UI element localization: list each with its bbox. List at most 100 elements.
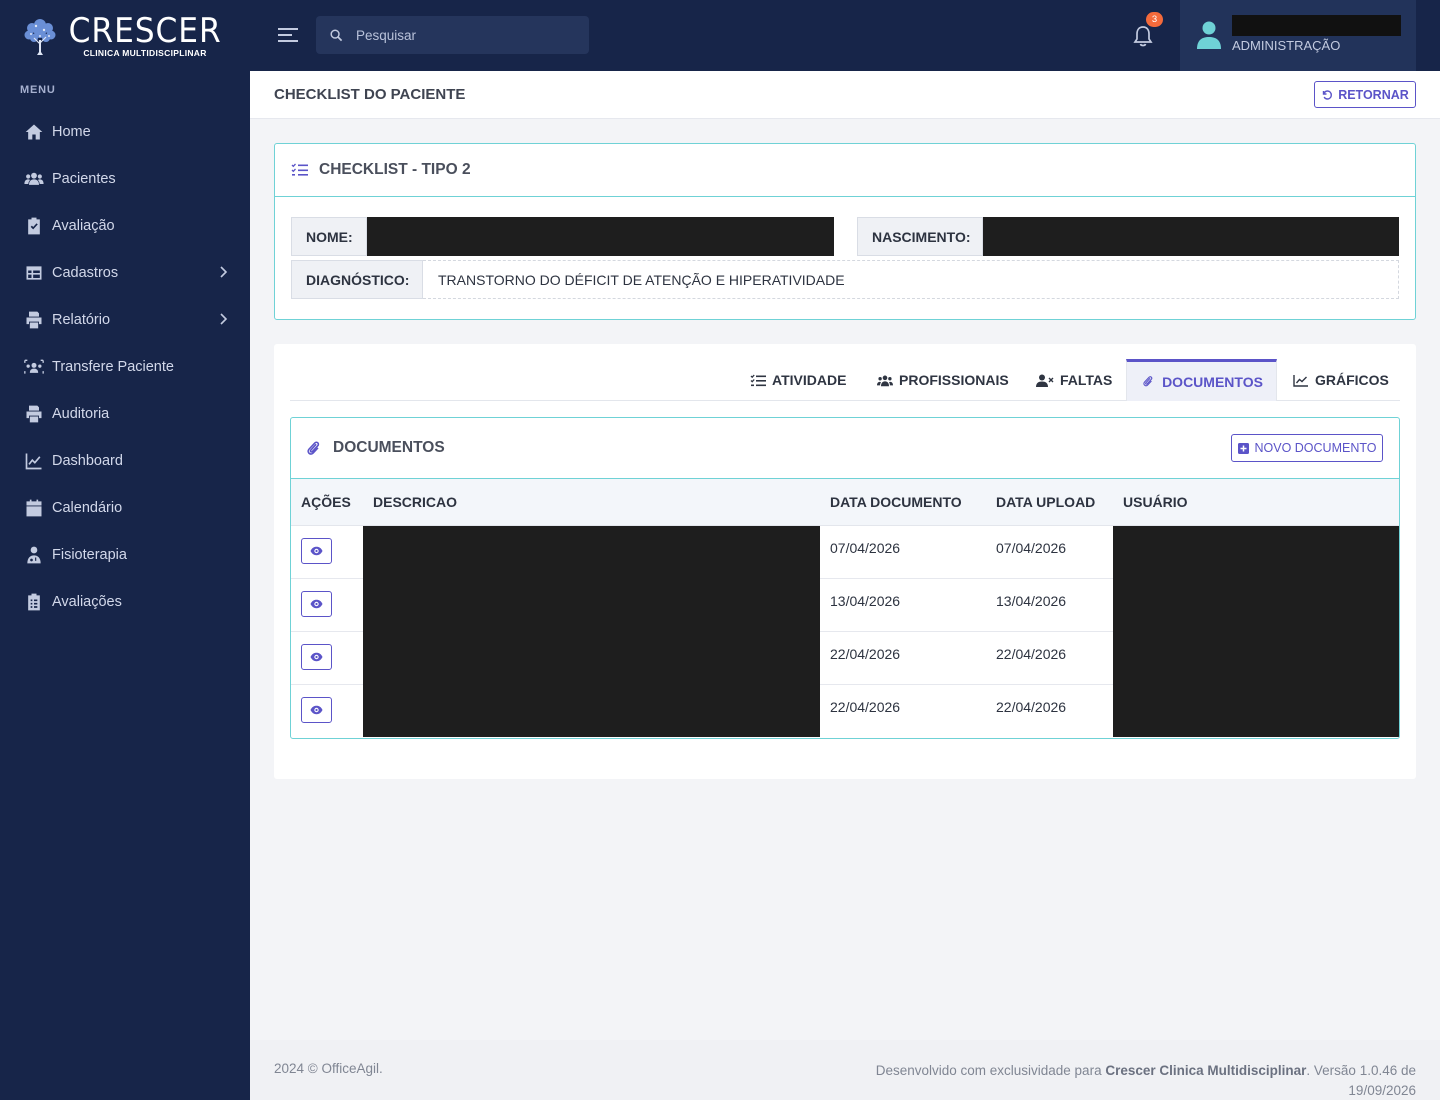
tab-faltas[interactable]: FALTAS (1036, 359, 1126, 401)
sidebar-item-label: Calendário (52, 499, 123, 516)
description-redacted (363, 578, 820, 632)
eye-icon (310, 599, 323, 608)
tab-atividade[interactable]: ATIVIDADE (750, 359, 860, 401)
search-input[interactable] (356, 27, 576, 43)
sidebar-item-transfere-paciente[interactable]: Transfere Paciente (0, 343, 250, 390)
user-menu[interactable]: ADMINISTRAÇÃO (1180, 0, 1416, 71)
line-chart-icon (1293, 374, 1308, 387)
sidebar-item-label: Home (52, 123, 91, 140)
physio-user-icon (23, 545, 45, 565)
table-row: 22/04/2026 22/04/2026 (291, 684, 1399, 737)
column-header-descricao: DESCRICAO (363, 479, 820, 526)
sidebar: CRESCER CLINICA MULTIDISCIPLINAR MENU Ho… (0, 0, 250, 1100)
tab-documentos[interactable]: DOCUMENTOS (1126, 359, 1277, 401)
usuario-redacted (1113, 525, 1399, 579)
sidebar-item-label: Pacientes (52, 170, 116, 187)
new-document-label: NOVO DOCUMENTO (1254, 441, 1377, 455)
undo-icon (1322, 89, 1333, 100)
new-document-button[interactable]: NOVO DOCUMENTO (1231, 434, 1383, 462)
table-icon (23, 263, 45, 283)
return-button-label: RETORNAR (1338, 87, 1409, 102)
sidebar-item-relatorio[interactable]: Relatório (0, 296, 250, 343)
footer-copyright: 2024 © OfficeAgil. (274, 1061, 383, 1076)
documents-header: DOCUMENTOS NOVO DOCUMENTO (291, 418, 1399, 479)
sidebar-item-auditoria[interactable]: Auditoria (0, 390, 250, 437)
eye-icon (310, 652, 323, 661)
plus-square-icon (1237, 442, 1249, 454)
sidebar-item-calendario[interactable]: Calendário (0, 484, 250, 531)
user-x-icon (1036, 374, 1054, 387)
tab-label: ATIVIDADE (772, 372, 847, 388)
print-icon (23, 310, 45, 330)
footer: 2024 © OfficeAgil. Desenvolvido com excl… (250, 1040, 1440, 1100)
user-role: ADMINISTRAÇÃO (1232, 38, 1341, 53)
sidebar-item-cadastros[interactable]: Cadastros (0, 249, 250, 296)
column-header-data-documento: DATA DOCUMENTO (820, 479, 986, 526)
tab-label: DOCUMENTOS (1162, 373, 1263, 390)
nome-field: NOME: (291, 217, 834, 256)
footer-credits-suffix: . Versão 1.0.46 de 19/09/2026 (1306, 1063, 1416, 1098)
data-documento-cell: 13/04/2026 (820, 578, 986, 632)
search-icon (330, 28, 343, 41)
home-icon (23, 122, 45, 142)
users-icon (23, 169, 45, 189)
usuario-redacted (1113, 684, 1399, 737)
data-documento-cell: 07/04/2026 (820, 525, 986, 579)
return-button[interactable]: RETORNAR (1314, 81, 1416, 108)
bell-icon[interactable] (1132, 24, 1154, 48)
checklist-title: CHECKLIST - TIPO 2 (319, 161, 471, 178)
view-document-button[interactable] (301, 590, 332, 617)
tabs-card: ATIVIDADE PROFISSIONAIS FALTAS DOCUMENTO… (274, 344, 1416, 779)
diagnostico-value: TRANSTORNO DO DÉFICIT DE ATENÇÃO E HIPER… (423, 260, 1399, 299)
clipboard-list-icon (23, 592, 45, 612)
menu-title: MENU (20, 84, 56, 96)
data-upload-cell: 07/04/2026 (986, 525, 1113, 579)
chevron-right-icon (220, 266, 228, 278)
page-header: CHECKLIST DO PACIENTE RETORNAR (250, 71, 1440, 119)
paperclip-icon (307, 440, 320, 455)
tab-label: PROFISSIONAIS (899, 372, 1009, 388)
brand-logo[interactable]: CRESCER CLINICA MULTIDISCIPLINAR (0, 0, 250, 71)
actions-cell (291, 578, 363, 632)
tab-graficos[interactable]: GRÁFICOS (1293, 359, 1393, 401)
print-icon (23, 404, 45, 424)
sidebar-item-pacientes[interactable]: Pacientes (0, 155, 250, 202)
nascimento-label: NASCIMENTO: (857, 217, 983, 256)
usuario-redacted (1113, 631, 1399, 685)
view-document-button[interactable] (301, 696, 332, 723)
sidebar-item-label: Auditoria (52, 405, 110, 422)
page-title: CHECKLIST DO PACIENTE (274, 86, 466, 103)
actions-cell (291, 684, 363, 737)
tab-profissionais[interactable]: PROFISSIONAIS (877, 359, 1017, 401)
view-document-button[interactable] (301, 643, 332, 670)
sidebar-item-label: Cadastros (52, 264, 119, 281)
topbar: 3 ADMINISTRAÇÃO (250, 0, 1440, 71)
documents-table: AÇÕES DESCRICAO DATA DOCUMENTO DATA UPLO… (291, 479, 1399, 737)
transfer-users-icon (23, 357, 45, 377)
sidebar-item-fisioterapia[interactable]: Fisioterapia (0, 531, 250, 578)
view-document-button[interactable] (301, 537, 332, 564)
user-avatar-icon (1197, 21, 1221, 49)
footer-credits-brand: Crescer Clinica Multidisciplinar (1105, 1063, 1307, 1078)
nascimento-value-redacted (983, 217, 1399, 256)
sidebar-item-label: Avaliações (52, 593, 122, 610)
table-row: 22/04/2026 22/04/2026 (291, 631, 1399, 685)
sidebar-item-dashboard[interactable]: Dashboard (0, 437, 250, 484)
clipboard-check-icon (23, 216, 45, 236)
notification-badge: 3 (1146, 12, 1163, 27)
list-check-icon (750, 374, 766, 386)
sidebar-item-label: Avaliação (52, 217, 115, 234)
checklist-card-header: CHECKLIST - TIPO 2 (275, 144, 1415, 197)
data-upload-cell: 22/04/2026 (986, 631, 1113, 685)
diagnostico-label: DIAGNÓSTICO: (291, 260, 423, 299)
column-header-usuario: USUÁRIO (1113, 479, 1399, 526)
data-upload-cell: 22/04/2026 (996, 698, 1067, 715)
sidebar-item-label: Fisioterapia (52, 546, 127, 563)
usuario-redacted (1113, 578, 1399, 632)
sidebar-item-avaliacoes[interactable]: Avaliações (0, 578, 250, 625)
sidebar-item-label: Relatório (52, 311, 111, 328)
description-redacted (363, 525, 820, 579)
menu-toggle-icon[interactable] (278, 26, 300, 44)
sidebar-item-home[interactable]: Home (0, 108, 250, 155)
sidebar-item-avaliacao[interactable]: Avaliação (0, 202, 250, 249)
